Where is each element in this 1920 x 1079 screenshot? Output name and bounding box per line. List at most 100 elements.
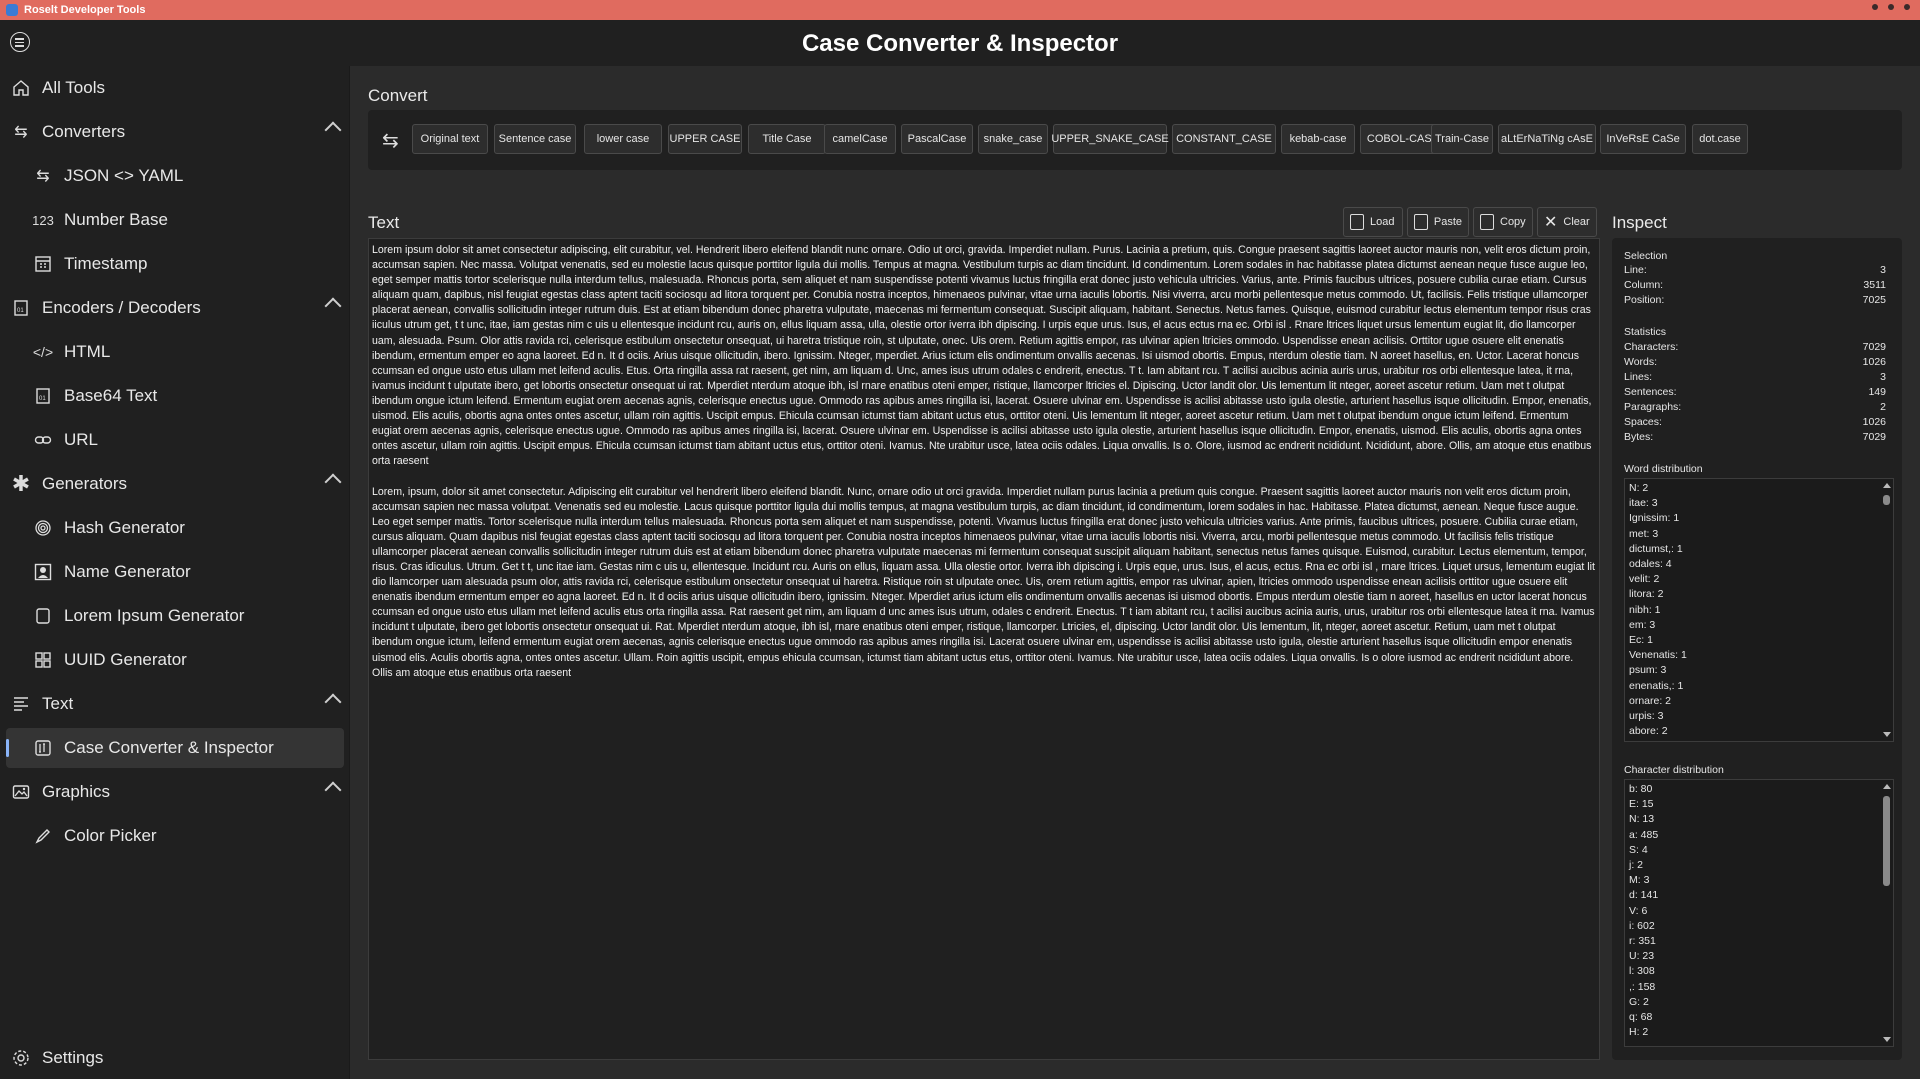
sidebar-group-encoders-decoders[interactable]: 01 Encoders / Decoders	[0, 288, 349, 328]
sidebar-group-graphics[interactable]: Graphics	[0, 772, 349, 812]
case-button-original-text[interactable]: Original text	[412, 124, 488, 154]
sidebar-item-label: HTML	[64, 342, 111, 361]
case-button-train-case[interactable]: Train-Case	[1431, 124, 1493, 154]
sidebar-group-generators[interactable]: ✱ Generators	[0, 464, 349, 504]
scrollbar-thumb[interactable]	[1883, 495, 1890, 505]
chevron-up-icon[interactable]	[324, 693, 342, 711]
list-item[interactable]: V: 6	[1625, 904, 1893, 919]
sidebar-item-name-generator[interactable]: Name Generator	[0, 552, 349, 592]
paste-button[interactable]: Paste	[1407, 207, 1469, 237]
list-item[interactable]: G: 2	[1625, 995, 1893, 1010]
sidebar-item-number-base[interactable]: 123 Number Base	[0, 200, 349, 240]
list-item[interactable]: urpis: 3	[1625, 709, 1893, 724]
case-button-snake-case[interactable]: snake_case	[978, 124, 1048, 154]
sidebar-item-html[interactable]: </> HTML	[0, 332, 349, 372]
list-item[interactable]: i: 602	[1625, 919, 1893, 934]
case-button-inverse-case[interactable]: InVeRsE CaSe	[1600, 124, 1686, 154]
chevron-up-icon[interactable]	[324, 781, 342, 799]
case-button-upper-snake-case[interactable]: UPPER_SNAKE_CASE	[1051, 124, 1169, 154]
sidebar-item-all-tools[interactable]: All Tools	[0, 68, 349, 108]
convert-toolbar: ⇆ Original text Sentence case lower case…	[368, 110, 1902, 170]
case-button-alternating-case[interactable]: aLtErNaTiNg cAsE	[1498, 124, 1596, 154]
list-item[interactable]: itae: 3	[1625, 496, 1893, 511]
list-item[interactable]: H: 2	[1625, 1025, 1893, 1040]
copy-button[interactable]: Copy	[1473, 207, 1533, 237]
list-item[interactable]: em: 3	[1625, 618, 1893, 633]
stat-value: 1026	[1862, 416, 1886, 428]
scroll-down-icon[interactable]	[1883, 1037, 1891, 1042]
list-item[interactable]: nibh: 1	[1625, 603, 1893, 618]
sidebar-item-json-yaml[interactable]: ⇆ JSON <> YAML	[0, 156, 349, 196]
swap-icon[interactable]: ⇆	[382, 128, 404, 152]
list-item[interactable]: N: 2	[1625, 481, 1893, 496]
sidebar-item-label: Color Picker	[64, 826, 157, 845]
list-item[interactable]: M: 3	[1625, 873, 1893, 888]
window-controls[interactable]	[1872, 4, 1910, 10]
chevron-up-icon[interactable]	[324, 121, 342, 139]
sidebar-item-timestamp[interactable]: Timestamp	[0, 244, 349, 284]
sidebar-item-color-picker[interactable]: Color Picker	[0, 816, 349, 856]
case-button-lower-case[interactable]: lower case	[584, 124, 662, 154]
list-item[interactable]: ,: 158	[1625, 980, 1893, 995]
chevron-up-icon[interactable]	[324, 297, 342, 315]
sidebar-item-case-converter-inspector[interactable]: Case Converter & Inspector	[6, 728, 344, 768]
binary-icon: 01	[32, 385, 54, 407]
case-button-title-case[interactable]: Title Case	[748, 124, 826, 154]
case-button-kebab-case[interactable]: kebab-case	[1281, 124, 1355, 154]
stat-value: 7029	[1862, 431, 1886, 443]
clear-button[interactable]: ✕ Clear	[1537, 207, 1597, 237]
list-item[interactable]: U: 23	[1625, 949, 1893, 964]
list-item[interactable]: enenatis,: 1	[1625, 679, 1893, 694]
list-item[interactable]: q: 68	[1625, 1010, 1893, 1025]
list-item[interactable]: Ignissim: 1	[1625, 511, 1893, 526]
window-control-dot[interactable]	[1904, 4, 1910, 10]
list-item[interactable]: a: 485	[1625, 828, 1893, 843]
case-button-constant-case[interactable]: CONSTANT_CASE	[1172, 124, 1276, 154]
load-button[interactable]: Load	[1343, 207, 1403, 237]
list-item[interactable]: odales: 4	[1625, 557, 1893, 572]
case-button-upper-case[interactable]: UPPER CASE	[668, 124, 742, 154]
list-item[interactable]: litora: 2	[1625, 587, 1893, 602]
window-control-dot[interactable]	[1872, 4, 1878, 10]
list-item[interactable]: N: 13	[1625, 812, 1893, 827]
case-button-sentence-case[interactable]: Sentence case	[494, 124, 576, 154]
list-item[interactable]: b: 80	[1625, 782, 1893, 797]
scrollbar[interactable]	[1881, 782, 1891, 1044]
list-item[interactable]: psum: 3	[1625, 663, 1893, 678]
list-item[interactable]: Ec: 1	[1625, 633, 1893, 648]
scrollbar-thumb[interactable]	[1883, 796, 1890, 886]
sidebar-group-text[interactable]: Text	[0, 684, 349, 724]
list-item[interactable]: r: 351	[1625, 934, 1893, 949]
list-item[interactable]: met: 3	[1625, 527, 1893, 542]
close-icon: ✕	[1544, 214, 1558, 231]
sidebar-item-lorem-ipsum-generator[interactable]: Lorem Ipsum Generator	[0, 596, 349, 636]
list-item[interactable]: E: 15	[1625, 797, 1893, 812]
case-button-dot-case[interactable]: dot.case	[1692, 124, 1748, 154]
sidebar-item-url[interactable]: URL	[0, 420, 349, 460]
scroll-up-icon[interactable]	[1883, 483, 1891, 488]
scrollbar[interactable]	[1881, 481, 1891, 739]
case-button-pascal-case[interactable]: PascalCase	[901, 124, 973, 154]
list-item[interactable]: velit: 2	[1625, 572, 1893, 587]
sidebar-item-hash-generator[interactable]: Hash Generator	[0, 508, 349, 548]
list-item[interactable]: l: 308	[1625, 964, 1893, 979]
list-item[interactable]: S: 4	[1625, 843, 1893, 858]
scroll-down-icon[interactable]	[1883, 732, 1891, 737]
character-distribution-list[interactable]: b: 80 E: 15 N: 13 a: 485 S: 4 j: 2 M: 3 d: 141 V…	[1624, 779, 1894, 1047]
scroll-up-icon[interactable]	[1883, 784, 1891, 789]
sidebar-item-base64-text[interactable]: 01 Base64 Text	[0, 376, 349, 416]
sidebar-item-uuid-generator[interactable]: UUID Generator	[0, 640, 349, 680]
window-control-dot[interactable]	[1888, 4, 1894, 10]
sidebar-item-settings[interactable]: Settings	[0, 1038, 349, 1078]
sidebar-group-converters[interactable]: ⇆ Converters	[0, 112, 349, 152]
list-item[interactable]: ornare: 2	[1625, 694, 1893, 709]
text-input-area[interactable]: Lorem ipsum dolor sit amet consectetur a…	[368, 238, 1600, 1060]
list-item[interactable]: d: 141	[1625, 888, 1893, 903]
list-item[interactable]: abore: 2	[1625, 724, 1893, 739]
chevron-up-icon[interactable]	[324, 473, 342, 491]
word-distribution-list[interactable]: N: 2 itae: 3 Ignissim: 1 met: 3 dictumst,: 1…	[1624, 478, 1894, 742]
list-item[interactable]: j: 2	[1625, 858, 1893, 873]
list-item[interactable]: Venenatis: 1	[1625, 648, 1893, 663]
case-button-camel-case[interactable]: camelCase	[824, 124, 896, 154]
list-item[interactable]: dictumst,: 1	[1625, 542, 1893, 557]
